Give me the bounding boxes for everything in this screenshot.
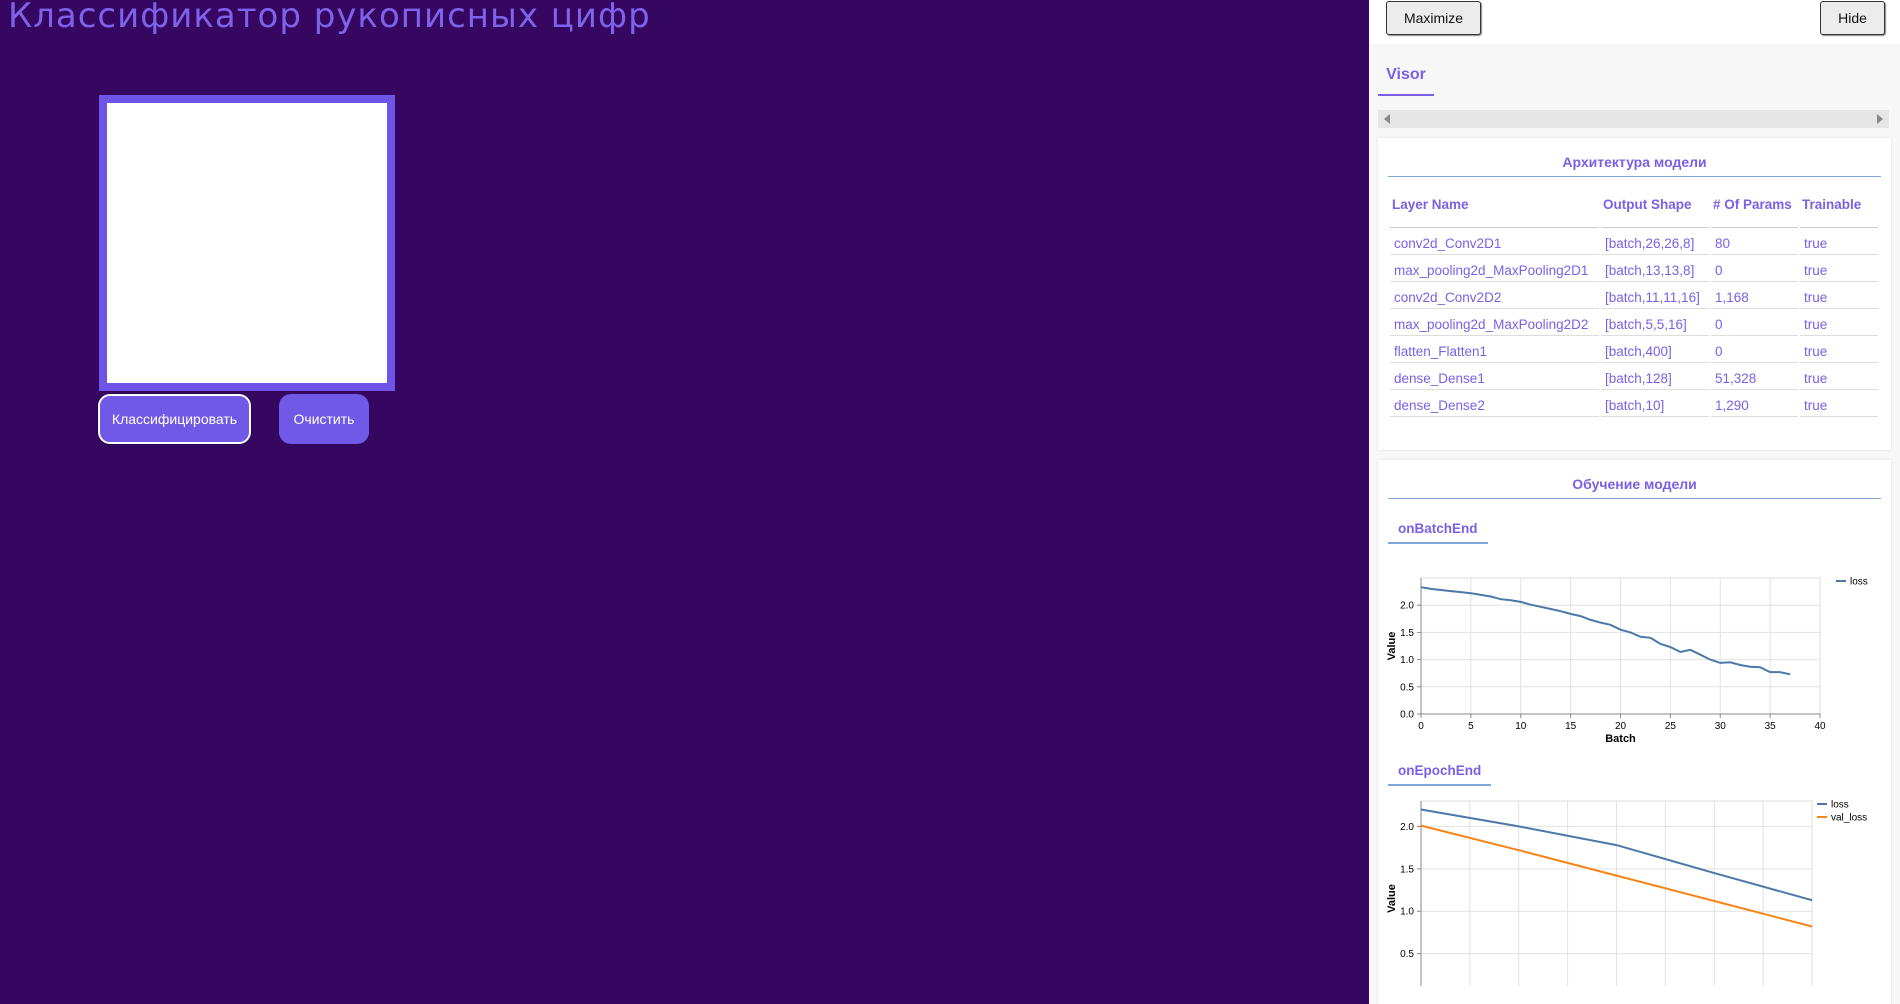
table-row: conv2d_Conv2D1 [batch,26,26,8] 80 true (1390, 230, 1878, 255)
y-tick-label: 2.0 (1400, 822, 1414, 833)
column-header: Trainable (1800, 189, 1878, 228)
y-tick-label: 0.5 (1400, 949, 1414, 960)
table-cell: conv2d_Conv2D2 (1390, 284, 1599, 309)
table-cell: 51,328 (1711, 365, 1798, 390)
page-title: Классификатор рукописных цифр (8, 0, 651, 36)
clear-button[interactable]: Очистить (279, 394, 369, 444)
x-tick-label: 25 (1665, 721, 1677, 732)
table-cell: 1,290 (1711, 392, 1798, 417)
training-card: Обучение модели onBatchEnd 0.0 0.5 1.0 1.5 2… (1378, 460, 1891, 1004)
tab-on-epoch-end[interactable]: onEpochEnd (1388, 763, 1492, 786)
visor-panel: Maximize Hide Visor Архитектура модели L… (1369, 0, 1900, 1004)
maximize-button[interactable]: Maximize (1386, 1, 1481, 35)
architecture-title: Архитектура модели (1388, 138, 1881, 177)
column-header: # Of Params (1711, 189, 1798, 228)
table-cell: max_pooling2d_MaxPooling2D1 (1390, 257, 1599, 282)
table-cell: true (1800, 392, 1878, 417)
table-row: max_pooling2d_MaxPooling2D2 [batch,5,5,16… (1390, 311, 1878, 336)
column-header: Output Shape (1601, 189, 1709, 228)
scroll-right-icon[interactable] (1877, 114, 1883, 124)
x-tick-label: 20 (1615, 721, 1627, 732)
x-tick-label: 0 (1418, 721, 1424, 732)
table-cell: 80 (1711, 230, 1798, 255)
architecture-card: Архитектура модели Layer Name Output Sha… (1378, 138, 1891, 450)
y-tick-label: 1.5 (1400, 628, 1414, 639)
table-cell: 0 (1711, 257, 1798, 282)
legend-label: loss (1831, 800, 1849, 811)
table-cell: max_pooling2d_MaxPooling2D2 (1390, 311, 1599, 336)
table-row: conv2d_Conv2D2 [batch,11,11,16] 1,168 true (1390, 284, 1878, 309)
series-group (1420, 586, 1791, 676)
table-cell: dense_Dense2 (1390, 392, 1599, 417)
y-axis-title: Value (1386, 632, 1398, 661)
y-tick-label: 1.0 (1400, 907, 1414, 918)
table-row: flatten_Flatten1 [batch,400] 0 true (1390, 338, 1878, 363)
x-axis-title: Batch (1605, 733, 1636, 745)
table-cell: 1,168 (1711, 284, 1798, 309)
table-cell: conv2d_Conv2D1 (1390, 230, 1599, 255)
batch-loss-chart: 0.0 0.5 1.0 1.5 2.0 0 5 10 15 20 25 30 35 40 Batch Valu… (1386, 577, 1868, 746)
column-header: Layer Name (1390, 189, 1599, 228)
table-row: dense_Dense2 [batch,10] 1,290 true (1390, 392, 1878, 417)
table-cell: [batch,128] (1601, 365, 1709, 390)
x-tick-label: 35 (1765, 721, 1777, 732)
y-tick-label: 0.5 (1400, 682, 1414, 693)
hide-button[interactable]: Hide (1820, 1, 1885, 35)
table-cell: [batch,26,26,8] (1601, 230, 1709, 255)
table-cell: [batch,11,11,16] (1601, 284, 1709, 309)
legend-label: val_loss (1831, 813, 1867, 824)
y-axis-title: Value (1386, 884, 1398, 913)
tab-on-batch-end[interactable]: onBatchEnd (1388, 521, 1488, 544)
table-cell: flatten_Flatten1 (1390, 338, 1599, 363)
drawing-canvas[interactable] (107, 103, 387, 383)
table-cell: 0 (1711, 311, 1798, 336)
table-cell: [batch,400] (1601, 338, 1709, 363)
table-cell: 0 (1711, 338, 1798, 363)
table-row: max_pooling2d_MaxPooling2D1 [batch,13,13,… (1390, 257, 1878, 282)
table-cell: [batch,10] (1601, 392, 1709, 417)
y-tick-label: 0.0 (1400, 710, 1414, 721)
drawing-canvas-frame (99, 95, 395, 391)
table-cell: true (1800, 365, 1878, 390)
tab-visor[interactable]: Visor (1378, 64, 1434, 96)
x-tick-label: 15 (1565, 721, 1577, 732)
visor-toolbar: Maximize Hide (1369, 0, 1900, 44)
table-cell: dense_Dense1 (1390, 365, 1599, 390)
table-cell: true (1800, 338, 1878, 363)
series-line-loss (1420, 586, 1791, 676)
table-cell: [batch,5,5,16] (1601, 311, 1709, 336)
x-tick-label: 5 (1468, 721, 1474, 732)
y-tick-label: 2.0 (1400, 601, 1414, 612)
training-title: Обучение модели (1388, 460, 1881, 499)
table-cell: true (1800, 284, 1878, 309)
y-tick-label: 1.0 (1400, 655, 1414, 666)
table-cell: true (1800, 311, 1878, 336)
x-tick-label: 30 (1715, 721, 1727, 732)
table-cell: true (1800, 257, 1878, 282)
epoch-loss-chart: 0.5 1.0 1.5 2.0 Value loss val_loss (1386, 800, 1867, 986)
table-cell: true (1800, 230, 1878, 255)
x-tick-label: 40 (1814, 721, 1826, 732)
table-cell: [batch,13,13,8] (1601, 257, 1709, 282)
x-tick-label: 10 (1515, 721, 1527, 732)
scroll-left-icon[interactable] (1384, 114, 1390, 124)
classify-button[interactable]: Классифицировать (98, 394, 251, 444)
tab-scrollbar[interactable] (1378, 110, 1889, 128)
y-tick-label: 1.5 (1400, 864, 1414, 875)
legend-label: loss (1850, 577, 1868, 588)
architecture-table: Layer Name Output Shape # Of Params Trai… (1388, 187, 1880, 419)
table-row: dense_Dense1 [batch,128] 51,328 true (1390, 365, 1878, 390)
